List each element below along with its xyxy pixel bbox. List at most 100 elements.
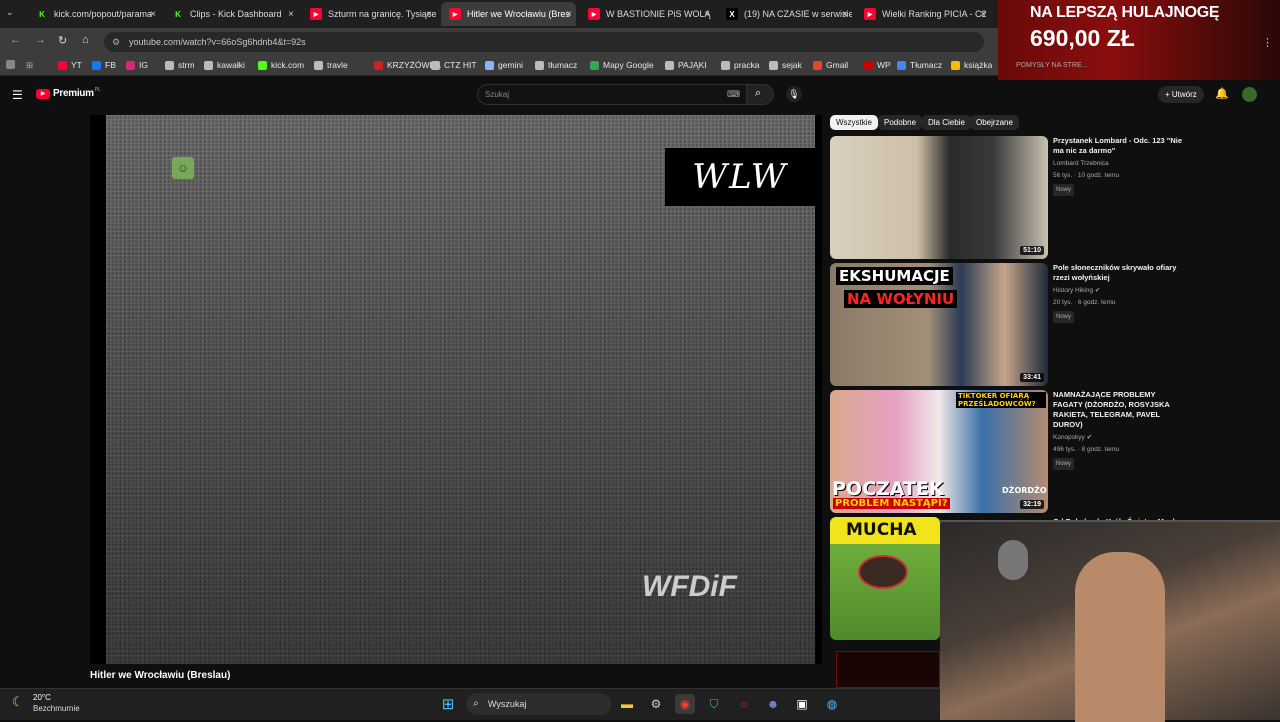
tab-hitler-wroclaw[interactable]: ▶ Hitler we Wrocławiu (Bres × xyxy=(441,2,576,26)
weather-description[interactable]: Bezchmurnie xyxy=(33,704,80,713)
channel-label: Konopskyy xyxy=(1053,434,1085,441)
close-tab-icon[interactable]: × xyxy=(426,9,432,20)
bookmark-item[interactable]: Mapy Google xyxy=(590,60,654,70)
chip-watched[interactable]: Obejrzane xyxy=(970,115,1019,130)
bookmark-favicon-icon xyxy=(314,60,323,70)
recommendation-item[interactable]: TIKTOKER OFIARĄ PRZEŚLADOWCÓW? DŻORDŻO P… xyxy=(830,390,1190,514)
hamburger-menu-icon[interactable]: ☰ xyxy=(12,88,23,102)
back-icon[interactable]: ← xyxy=(10,34,21,46)
bookmark-favicon-icon xyxy=(769,60,778,70)
reload-icon[interactable]: ↻ xyxy=(58,34,67,47)
bookmark-favicon-icon xyxy=(721,60,730,70)
bookmark-item[interactable]: WP xyxy=(864,60,891,70)
bookmark-item[interactable]: strm xyxy=(165,60,195,70)
bookmark-item[interactable]: Gmail xyxy=(813,60,848,70)
video-thumbnail[interactable]: EKSHUMACJE NA WOŁYNIU 33:41 xyxy=(830,263,1048,386)
bookmark-item[interactable]: gemini xyxy=(485,60,523,70)
bookmark-grid-icon[interactable]: ⊞ xyxy=(26,60,33,71)
home-icon[interactable]: ⌂ xyxy=(82,34,89,46)
tab-kick-popout[interactable]: K kick.com/popout/parama × xyxy=(28,2,160,26)
channel-name[interactable]: Lombard Trzebnica xyxy=(1053,159,1183,169)
video-thumbnail[interactable]: MUCHA xyxy=(830,517,940,640)
shield-browser-icon[interactable]: ⛉ xyxy=(704,694,724,714)
tab-list-dropdown-icon[interactable]: ⌄ xyxy=(6,7,14,18)
bookmark-item[interactable]: PAJĄKI xyxy=(665,60,707,70)
bookmark-favicon-icon xyxy=(431,60,440,70)
discord-icon[interactable]: ☻ xyxy=(763,694,783,714)
globe-icon[interactable]: ◍ xyxy=(822,694,842,714)
recommendation-title[interactable]: Pole słoneczników skrywało ofiary rzezi … xyxy=(1053,263,1183,283)
bookmark-item[interactable]: CTZ HIT xyxy=(431,60,477,70)
close-tab-icon[interactable]: × xyxy=(566,9,572,20)
close-tab-icon[interactable]: × xyxy=(150,9,156,20)
chrome-icon[interactable]: ◉ xyxy=(675,694,695,714)
create-button[interactable]: + Utwórz xyxy=(1158,86,1204,103)
bookmark-item[interactable]: FB xyxy=(92,60,116,70)
video-thumbnail[interactable]: TIKTOKER OFIARĄ PRZEŚLADOWCÓW? DŻORDŻO P… xyxy=(830,390,1048,513)
video-player[interactable]: ☺ WLW WFDiF xyxy=(90,115,822,664)
video-meta: 56 tys. · 10 godz. temu xyxy=(1053,172,1120,179)
site-info-icon[interactable]: ⚙ xyxy=(112,32,120,52)
file-explorer-icon[interactable]: ▬ xyxy=(617,694,637,714)
close-tab-icon[interactable]: × xyxy=(288,9,294,20)
recommendation-title[interactable]: NAMNAŻAJĄCE PROBLEMY FAGATY (DŻORDŻO, RO… xyxy=(1053,390,1183,430)
windows-start-icon[interactable]: ⊞ xyxy=(438,694,458,714)
search-input[interactable]: Szukaj ⌨ xyxy=(477,84,747,105)
bookmark-item[interactable]: książka xyxy=(951,60,992,70)
close-tab-icon[interactable]: × xyxy=(842,9,848,20)
video-thumbnail[interactable]: 51:10 xyxy=(830,136,1048,259)
bookmark-label: YT xyxy=(71,60,82,70)
chip-all[interactable]: Wszystkie xyxy=(830,115,878,130)
weather-moon-icon[interactable]: ☾ xyxy=(12,694,24,710)
bookmark-item[interactable]: kick.com xyxy=(258,60,304,70)
bookmark-favicon-icon xyxy=(58,60,67,70)
bookmark-item[interactable]: Tłumacz xyxy=(897,60,942,70)
chip-for-you[interactable]: Dla Ciebie xyxy=(922,115,971,130)
tab-x-na-czasie[interactable]: X (19) NA CZASIE w serwisie × xyxy=(718,2,852,26)
settings-gear-icon[interactable]: ⚙ xyxy=(646,694,666,714)
tab-ranking-picia[interactable]: ▶ Wielki Ranking PICIA - C2 × xyxy=(856,2,990,26)
search-button[interactable]: ⌕ xyxy=(746,84,774,105)
app-x-icon[interactable]: ▣ xyxy=(792,694,812,714)
keyboard-icon[interactable]: ⌨ xyxy=(727,85,740,104)
bookmark-item[interactable]: pracka xyxy=(721,60,760,70)
close-tab-icon[interactable]: × xyxy=(704,9,710,20)
bookmark-label: PAJĄKI xyxy=(678,60,707,70)
new-badge: Nowy xyxy=(1053,184,1075,196)
voice-search-icon[interactable]: 🎙 xyxy=(786,86,802,102)
tab-label: Wielki Ranking PICIA - C2 xyxy=(882,9,987,19)
thumbnail-text: NA WOŁYNIU xyxy=(844,290,958,308)
kick-icon: K xyxy=(172,8,184,20)
youtube-logo[interactable]: ▶ Premium PL xyxy=(36,87,101,99)
bookmark-apps-icon[interactable] xyxy=(6,60,19,69)
tab-bastion-pis[interactable]: ▶ W BASTIONIE PiS WOLĄ × xyxy=(580,2,714,26)
bookmark-item[interactable]: tłumacz xyxy=(535,60,577,70)
notifications-bell-icon[interactable]: 🔔 xyxy=(1215,87,1229,100)
bookmark-item[interactable]: IG xyxy=(126,60,148,70)
address-bar[interactable]: ⚙ youtube.com/watch?v=66oSg6hdnb4&t=92s xyxy=(104,32,984,52)
opera-icon[interactable]: ○ xyxy=(734,694,754,714)
recommendation-item[interactable]: 51:10 Przystanek Lombard - Odc. 123 "Nie… xyxy=(830,136,1190,260)
forward-icon[interactable]: → xyxy=(35,34,46,46)
taskbar-search-placeholder: Wyszukaj xyxy=(488,699,527,709)
taskbar-search[interactable]: ⌕ Wyszukaj xyxy=(466,693,611,715)
avatar[interactable] xyxy=(1242,87,1257,102)
weather-temperature[interactable]: 20°C xyxy=(33,693,51,702)
close-tab-icon[interactable]: × xyxy=(980,9,986,20)
recommendation-item[interactable]: EKSHUMACJE NA WOŁYNIU 33:41 Pole słonecz… xyxy=(830,263,1190,387)
bookmark-item[interactable]: travle xyxy=(314,60,348,70)
tab-szturm[interactable]: ▶ Szturm na granicę. Tysiące × xyxy=(302,2,436,26)
next-thumbnail-partial[interactable] xyxy=(836,651,940,688)
search-icon: ⌕ xyxy=(473,698,479,709)
browser-menu-icon[interactable]: ⋮ xyxy=(1262,36,1273,49)
youtube-icon: ▶ xyxy=(310,8,322,20)
recommendation-title[interactable]: Przystanek Lombard - Odc. 123 "Nie ma ni… xyxy=(1053,136,1183,156)
channel-name[interactable]: History Hiking ✔ xyxy=(1053,286,1183,296)
bookmark-item[interactable]: kawałki xyxy=(204,60,245,70)
channel-name[interactable]: Konopskyy ✔ xyxy=(1053,433,1183,443)
bookmark-item[interactable]: sejak xyxy=(769,60,802,70)
chip-related[interactable]: Podobne xyxy=(878,115,923,130)
bookmark-favicon-icon xyxy=(864,60,873,70)
tab-kick-dashboard[interactable]: K Clips - Kick Dashboard × xyxy=(164,2,298,26)
bookmark-item[interactable]: YT xyxy=(58,60,82,70)
